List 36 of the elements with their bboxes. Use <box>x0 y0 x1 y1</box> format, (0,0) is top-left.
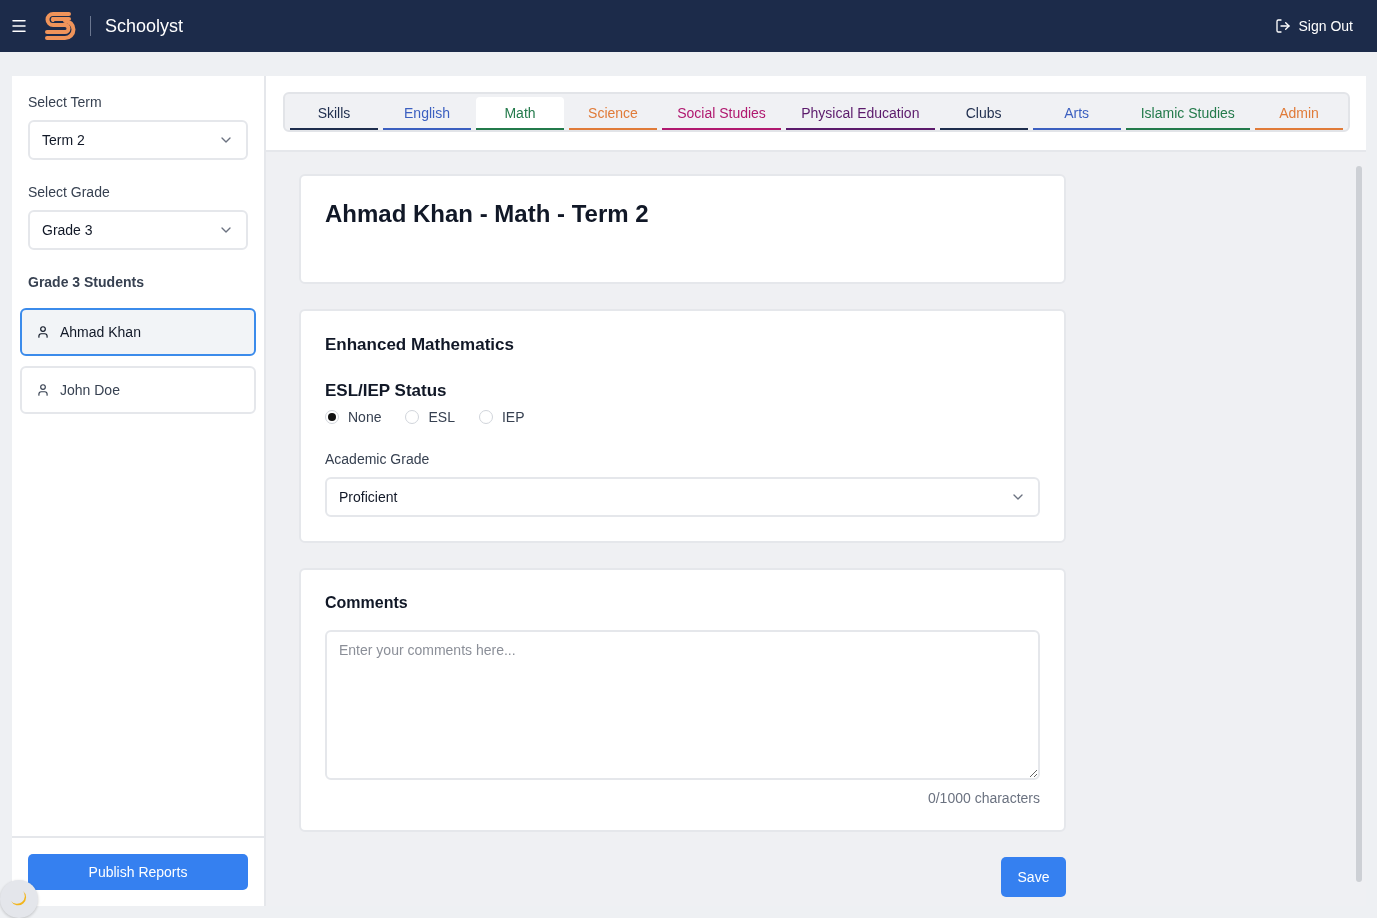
subject-tab[interactable]: Social Studies <box>662 97 781 130</box>
status-radio[interactable]: ESL <box>405 409 455 425</box>
theme-toggle-button[interactable] <box>0 880 38 918</box>
sign-out-icon <box>1274 18 1291 34</box>
subject-tab[interactable]: English <box>383 97 471 130</box>
status-radio[interactable]: IEP <box>478 409 525 425</box>
user-icon <box>36 325 50 339</box>
subject-tab[interactable]: Islamic Studies <box>1125 97 1250 130</box>
comments-heading: Comments <box>325 594 409 612</box>
page-title: Ahmad Khan - Math - Term 2 <box>325 200 650 228</box>
menu-icon[interactable] <box>10 17 28 35</box>
user-icon <box>36 383 50 397</box>
subject-tab[interactable]: Physical Education <box>786 97 935 130</box>
subject-tab[interactable]: Clubs <box>939 97 1028 130</box>
academic-grade-label: Academic Grade <box>325 451 431 467</box>
subject-tab[interactable]: Skills <box>290 97 378 130</box>
comments-field[interactable]: Enter your comments here... <box>325 630 1040 780</box>
subject-tab[interactable]: Math <box>476 97 564 130</box>
logo-icon <box>42 9 76 43</box>
student-item[interactable]: John Doe <box>20 366 256 414</box>
character-counter: 0/1000 characters <box>927 790 1040 806</box>
students-heading: Grade 3 Students <box>28 274 145 290</box>
save-button[interactable]: Save <box>1001 857 1066 897</box>
grade-label: Select Grade <box>28 184 111 200</box>
status-heading: ESL/IEP Status <box>325 381 448 401</box>
sign-out-button[interactable]: Sign Out <box>1268 17 1359 35</box>
subject-heading: Enhanced Mathematics <box>325 335 515 355</box>
subject-tab[interactable]: Arts <box>1032 97 1121 130</box>
app-name: Schoolyst <box>105 15 184 37</box>
academic-grade-select[interactable]: Proficient <box>325 477 1040 517</box>
student-item[interactable]: Ahmad Khan <box>20 308 256 356</box>
status-radio[interactable]: None <box>325 409 382 425</box>
grade-select[interactable]: Grade 3 <box>28 210 248 250</box>
term-label: Select Term <box>28 94 103 110</box>
term-select[interactable]: Term 2 <box>28 120 248 160</box>
publish-reports-button[interactable]: Publish Reports <box>28 854 248 890</box>
